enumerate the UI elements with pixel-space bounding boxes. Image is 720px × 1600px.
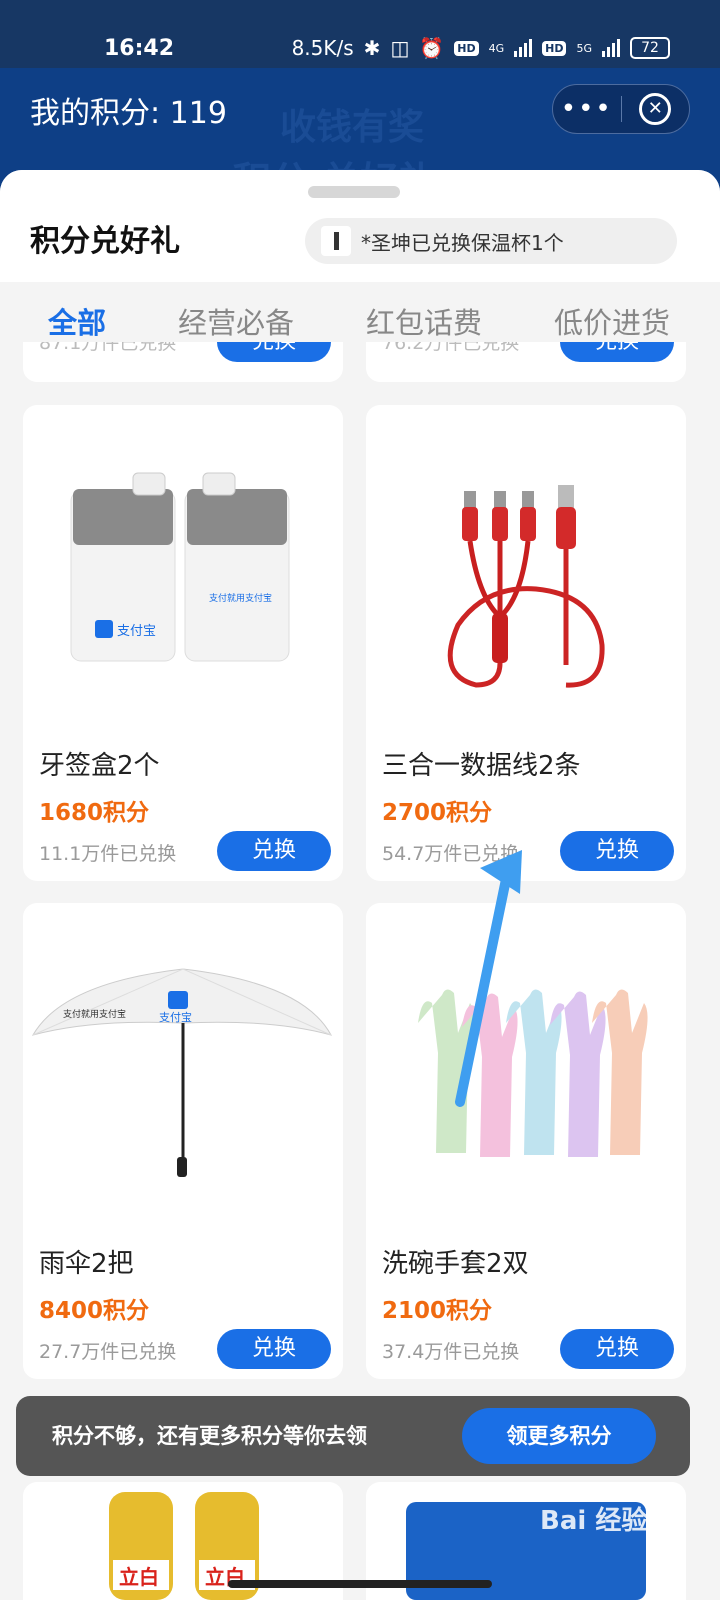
get-more-points-button[interactable]: 领更多积分: [462, 1408, 656, 1464]
image-text: 支付宝: [159, 1010, 192, 1024]
tab-wholesale[interactable]: 低价进货: [554, 300, 670, 342]
home-indicator[interactable]: [228, 1580, 492, 1588]
status-bar: 16:42 8.5K/s ✱ ◫ ⏰ HD 4G HD 5G 72: [0, 0, 720, 68]
network-speed: 8.5K/s: [291, 36, 354, 60]
marquee-text: *圣坤已兑换保温杯1个: [361, 230, 564, 255]
watermark: Bai 经验: [540, 1506, 648, 1536]
close-button[interactable]: ✕: [622, 93, 690, 125]
product-price: 2100积分: [382, 1298, 493, 1324]
redeem-button[interactable]: 兑换: [560, 342, 674, 362]
hd-badge-1: HD: [454, 40, 479, 56]
battery-icon: 72: [630, 37, 670, 59]
net-5g: 5G: [576, 41, 592, 55]
product-card[interactable]: 支付宝 支付就用支付宝 牙签盒2个 1680积分 11.1万件已兑换 兑换: [23, 405, 343, 881]
toothpick-box-image: 支付宝 支付就用支付宝: [70, 472, 290, 662]
tab-redpacket[interactable]: 红包话费: [366, 300, 482, 342]
brand-text: 立白: [119, 1565, 159, 1589]
redeem-button[interactable]: 兑换: [217, 831, 331, 871]
redeem-button[interactable]: 兑换: [217, 1329, 331, 1369]
annotation-arrow: [455, 850, 522, 1107]
signal-icon: [514, 39, 533, 57]
my-points: 我的积分: 119: [30, 96, 227, 131]
signal-icon-2: [602, 39, 620, 57]
product-card-partial: 87.1万件已兑换 兑换: [23, 342, 343, 382]
toast-message: 积分不够，还有更多积分等你去领: [52, 1424, 367, 1448]
product-card-partial: 76.2万件已兑换 兑换: [366, 342, 686, 382]
tab-business[interactable]: 经营必备: [178, 300, 294, 342]
image-text-2: 支付就用支付宝: [209, 592, 272, 604]
alarm-icon: ⏰: [419, 36, 445, 60]
points-sheet: 积分兑好礼 *圣坤已兑换保温杯1个 全部 经营必备 红包话费 低价进货 87.1…: [0, 170, 720, 1600]
sheet-title: 积分兑好礼: [30, 224, 180, 259]
tab-all[interactable]: 全部: [48, 300, 106, 342]
sold-count: 76.2万件已兑换: [382, 342, 520, 354]
hd-badge-2: HD: [542, 40, 567, 56]
redeem-button[interactable]: 兑换: [560, 1329, 674, 1369]
product-name: 洗碗手套2双: [382, 1249, 529, 1279]
close-icon: ✕: [639, 93, 672, 125]
product-card[interactable]: 三合一数据线2条 2700积分 54.7万件已兑换 兑换: [366, 405, 686, 881]
product-name: 雨伞2把: [39, 1249, 134, 1279]
sheet-header: 积分兑好礼 *圣坤已兑换保温杯1个: [0, 170, 720, 282]
miniapp-capsule: ••• ✕: [552, 84, 690, 134]
bluetooth-icon: ✱: [363, 36, 381, 60]
marquee-thumbnail: [321, 226, 351, 256]
points-toast: 积分不够，还有更多积分等你去领 领更多积分: [16, 1396, 690, 1476]
sold-count: 37.4万件已兑换: [382, 1341, 520, 1363]
status-icons: 8.5K/s ✱ ◫ ⏰ HD 4G HD 5G 72: [292, 36, 670, 60]
more-icon[interactable]: •••: [553, 96, 621, 122]
net-4g: 4G: [488, 41, 505, 55]
product-price: 1680积分: [39, 800, 150, 826]
sold-count: 87.1万件已兑换: [39, 342, 177, 354]
sold-count: 11.1万件已兑换: [39, 843, 177, 865]
sold-count: 27.7万件已兑换: [39, 1341, 177, 1363]
status-time: 16:42: [104, 36, 175, 61]
redeem-marquee: *圣坤已兑换保温杯1个: [305, 218, 677, 264]
redeem-button[interactable]: 兑换: [560, 831, 674, 871]
vibrate-icon: ◫: [390, 36, 410, 60]
drag-handle[interactable]: [308, 186, 400, 198]
redeem-button[interactable]: 兑换: [217, 342, 331, 362]
image-text-2: 支付就用支付宝: [63, 1008, 126, 1020]
banner-text: 收钱有奖: [280, 107, 425, 148]
umbrella-image: 支付宝 支付就用支付宝: [31, 968, 332, 1177]
product-name: 牙签盒2个: [39, 751, 160, 781]
image-text: 支付宝: [117, 624, 156, 639]
data-cable-image: [447, 485, 605, 688]
product-name: 三合一数据线2条: [382, 751, 581, 781]
product-card[interactable]: 支付宝 支付就用支付宝 雨伞2把 8400积分 27.7万件已兑换 兑换: [23, 903, 343, 1379]
product-price: 8400积分: [39, 1298, 150, 1324]
